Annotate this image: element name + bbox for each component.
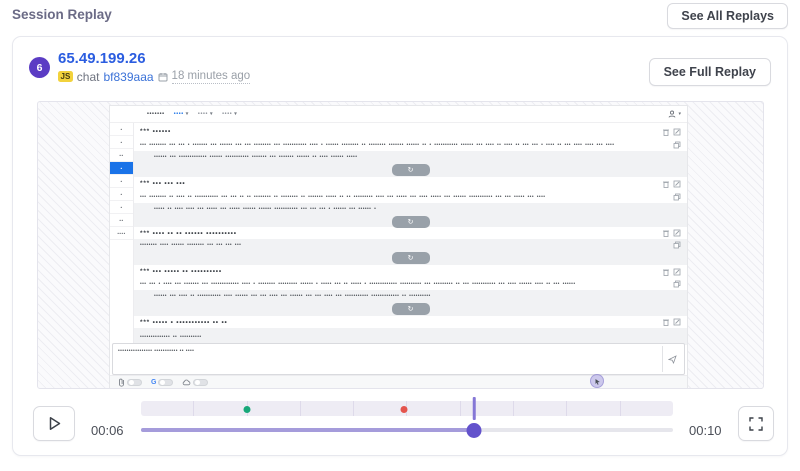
timeline-segment[interactable] xyxy=(407,401,460,416)
chat-message-group: *** •••• •• •• •••••• •••••••••• •••••••… xyxy=(134,227,687,265)
sidebar-entry-active: • xyxy=(110,162,133,175)
timeline-segment[interactable] xyxy=(514,401,567,416)
attachment-toggle xyxy=(127,379,142,386)
copy-icon xyxy=(673,241,681,249)
refresh-icon: ↻ xyxy=(392,252,430,264)
sidebar-entry: • xyxy=(110,175,133,188)
timeline-segment[interactable] xyxy=(354,401,407,416)
timeline-segment[interactable] xyxy=(248,401,301,416)
edit-icon xyxy=(673,128,681,136)
chevron-down-icon: ▾ xyxy=(234,111,237,117)
timeline-segment[interactable] xyxy=(301,401,354,416)
chat-message-group: *** ••••• • ••••••••••• •• •• ••••••••••… xyxy=(134,316,687,345)
recorded-app-header: ••••••• ••••▾ ••••▾ ••••▾ ▾ xyxy=(110,106,687,123)
replay-viewport[interactable]: ••••••• ••••▾ ••••▾ ••••▾ ▾ • • xyxy=(37,101,764,389)
chevron-down-icon: ▾ xyxy=(186,111,189,117)
sidebar-entry: •• xyxy=(110,149,133,162)
session-timestamp: 18 minutes ago xyxy=(172,69,251,84)
recorded-model-dropdown: ••••▾ xyxy=(174,111,189,117)
seek-slider-handle[interactable] xyxy=(467,423,482,438)
sidebar-entry: • xyxy=(110,123,133,136)
chat-message-group: *** •••••• ••• •••••••• ••• ••• • ••••••… xyxy=(134,125,687,177)
sidebar-entry: •• xyxy=(110,214,133,227)
seek-slider-track[interactable] xyxy=(141,428,673,432)
send-icon xyxy=(662,346,682,372)
edit-icon xyxy=(673,180,681,188)
recorded-dropdown-3: ••••▾ xyxy=(222,111,237,117)
total-time-label: 00:10 xyxy=(689,423,722,438)
event-marker[interactable] xyxy=(244,406,251,413)
session-id-link[interactable]: bf839aaa xyxy=(103,70,153,84)
edit-icon xyxy=(673,318,681,326)
refresh-icon: ↻ xyxy=(392,216,430,228)
cloud-icon xyxy=(182,379,191,386)
current-time-label: 00:06 xyxy=(91,423,124,438)
fullscreen-button[interactable] xyxy=(738,406,774,441)
current-position-marker xyxy=(473,397,476,420)
trash-icon xyxy=(662,128,670,136)
copy-icon xyxy=(673,141,681,149)
session-ip-link[interactable]: 65.49.199.26 xyxy=(58,50,146,67)
recorded-avatar: ▾ xyxy=(668,110,681,118)
session-replay-card: 6 65.49.199.26 JS chat bf839aaa 18 minut… xyxy=(12,36,788,456)
channel-label: chat xyxy=(77,70,100,84)
chat-message-group: *** ••• ••• ••• ••• •••••••• •• •••• •• … xyxy=(134,177,687,227)
error-marker[interactable] xyxy=(401,406,408,413)
play-button[interactable] xyxy=(33,406,75,441)
recorded-message-input: •••••••••••••••• ••••••••••• •• •••• xyxy=(112,343,685,375)
google-icon: G xyxy=(151,379,156,386)
chevron-down-icon: ▾ xyxy=(678,111,681,117)
recorded-app-body: • • •• • • • • •• •••• *** •••••• ••• ••… xyxy=(110,123,687,343)
timeline-segment[interactable] xyxy=(461,401,514,416)
page-title: Session Replay xyxy=(12,7,112,22)
see-all-replays-button[interactable]: See All Replays xyxy=(667,3,788,29)
playback-timeline xyxy=(141,399,673,443)
copy-icon xyxy=(673,280,681,288)
sidebar-entry: • xyxy=(110,188,133,201)
timeline-segment[interactable] xyxy=(141,401,194,416)
recorded-brand-text: ••••••• xyxy=(147,111,165,117)
trash-icon xyxy=(662,180,670,188)
paperclip-icon xyxy=(118,378,125,387)
copy-icon xyxy=(673,193,681,201)
trash-icon xyxy=(662,268,670,276)
trash-icon xyxy=(662,318,670,326)
recorded-chat-content: *** •••••• ••• •••••••• ••• ••• • ••••••… xyxy=(134,123,687,343)
timeline-segment[interactable] xyxy=(621,401,673,416)
timeline-segment[interactable] xyxy=(194,401,247,416)
recorded-sidebar: • • •• • • • • •• •••• xyxy=(110,123,134,343)
chat-message-group: *** ••• ••••• •• •••••••••• ••• ••• • ••… xyxy=(134,265,687,316)
sidebar-entry: • xyxy=(110,201,133,214)
recorded-dropdown-2: ••••▾ xyxy=(198,111,213,117)
seek-slider-progress xyxy=(141,428,474,432)
replay-cursor-indicator xyxy=(590,374,604,388)
google-toggle xyxy=(158,379,173,386)
calendar-icon xyxy=(158,72,168,82)
sidebar-entry: • xyxy=(110,136,133,149)
trash-icon xyxy=(662,229,670,237)
timeline-segment[interactable] xyxy=(567,401,620,416)
edit-icon xyxy=(673,229,681,237)
session-count-badge: 6 xyxy=(29,57,50,78)
cloud-toggle xyxy=(193,379,208,386)
refresh-icon: ↻ xyxy=(392,164,430,176)
chevron-down-icon: ▾ xyxy=(210,111,213,117)
sidebar-entry: •••• xyxy=(110,227,133,240)
javascript-badge: JS xyxy=(58,71,73,82)
recorded-app-window: ••••••• ••••▾ ••••▾ ••••▾ ▾ • • xyxy=(109,105,688,389)
edit-icon xyxy=(673,268,681,276)
see-full-replay-button[interactable]: See Full Replay xyxy=(649,58,771,86)
refresh-icon: ↻ xyxy=(392,303,430,315)
session-meta: JS chat bf839aaa 18 minutes ago xyxy=(58,69,250,84)
